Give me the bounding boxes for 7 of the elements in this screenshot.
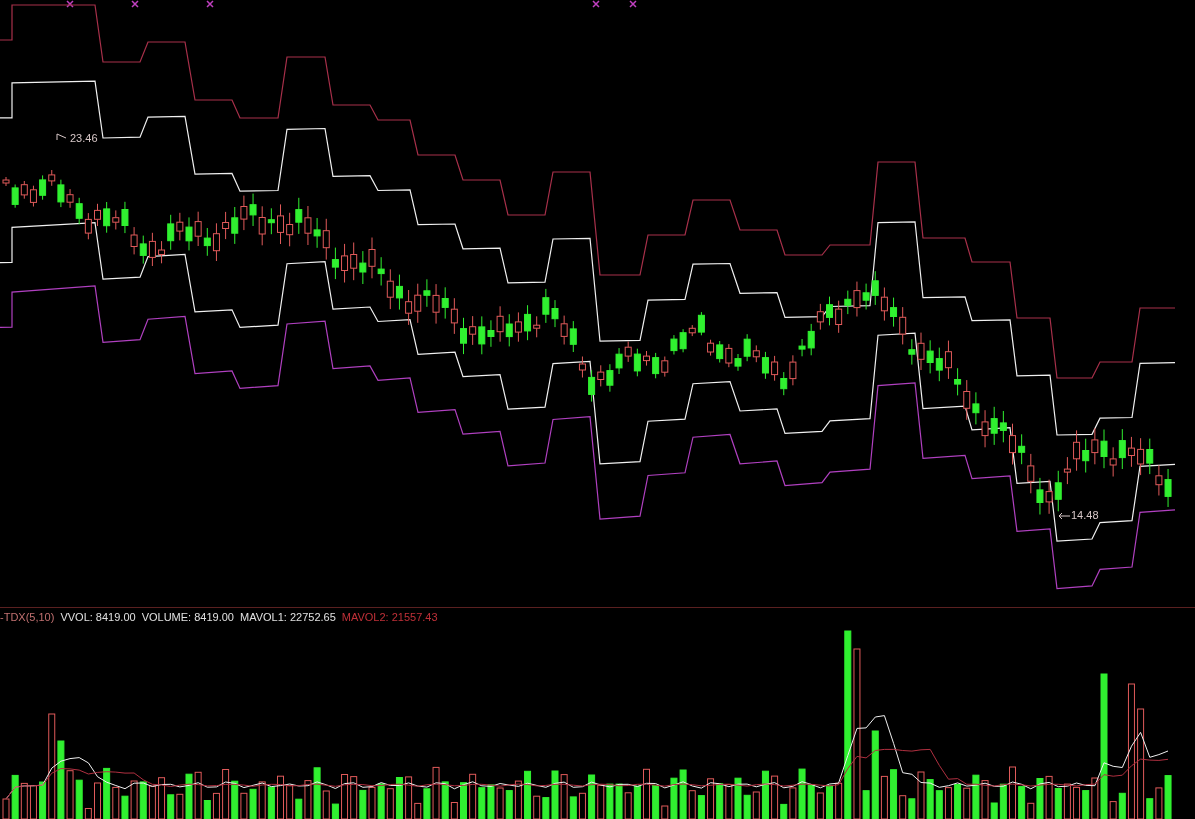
indicator-reading: VOLUME: 8419.00: [141, 611, 234, 623]
indicator-reading: MAVOL1: 22752.65: [240, 611, 336, 623]
price-label: 23.46: [70, 133, 98, 144]
indicator-reading: VVOL: 8419.00: [60, 611, 136, 623]
price-label: 14.48: [1071, 510, 1099, 521]
indicator-name: -TDX(5,10): [0, 611, 55, 623]
indicator-reading: MAVOL2: 21557.43: [341, 611, 438, 623]
